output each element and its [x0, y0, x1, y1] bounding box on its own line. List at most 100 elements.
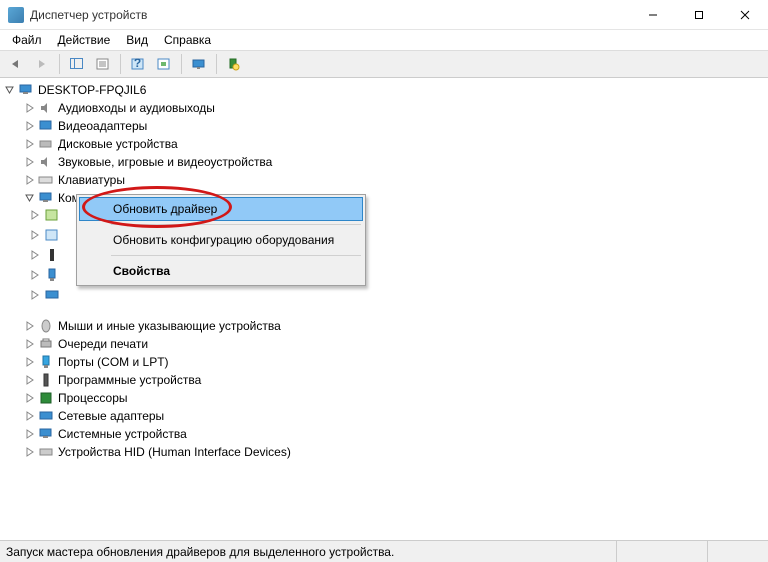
tree-node-soundgame[interactable]: Звуковые, игровые и видеоустройства	[0, 153, 768, 171]
tree-node-software[interactable]: Программные устройства	[0, 371, 768, 389]
expand-icon[interactable]	[30, 229, 40, 243]
sound-icon	[38, 154, 54, 170]
tree-node-label: Системные устройства	[58, 427, 187, 441]
context-menu-update-driver[interactable]: Обновить драйвер	[79, 197, 363, 221]
tree-node-netadapters[interactable]: Сетевые адаптеры	[0, 407, 768, 425]
expand-icon[interactable]	[24, 338, 36, 350]
expand-icon[interactable]	[30, 249, 40, 263]
expand-icon[interactable]	[24, 120, 36, 132]
toolbar-separator	[181, 54, 182, 74]
minimize-button[interactable]	[630, 0, 676, 30]
computer-icon	[38, 190, 54, 206]
menu-view[interactable]: Вид	[118, 31, 156, 49]
window-title: Диспетчер устройств	[30, 8, 630, 22]
tree-node-keyboards[interactable]: Клавиатуры	[0, 171, 768, 189]
hid-icon	[38, 444, 54, 460]
client-area[interactable]: DESKTOP-FPQJIL6 Аудиовходы и аудиовыходы…	[0, 78, 768, 540]
tree-subitem-icon-4[interactable]	[44, 267, 60, 286]
tree-node-label: Сетевые адаптеры	[58, 409, 164, 423]
statusbar-separator	[616, 541, 617, 562]
tree-node-processors[interactable]: Процессоры	[0, 389, 768, 407]
computer-root-icon	[18, 82, 34, 98]
tree-node-label: Устройства HID (Human Interface Devices)	[58, 445, 291, 459]
collapse-icon[interactable]	[4, 84, 16, 96]
properties-button[interactable]	[91, 53, 115, 75]
expand-icon[interactable]	[30, 289, 40, 303]
context-menu-item-label: Свойства	[113, 264, 170, 278]
display-adapter-icon	[38, 118, 54, 134]
keyboard-icon	[38, 172, 54, 188]
toolbar-separator	[120, 54, 121, 74]
tree-node-printqueues[interactable]: Очереди печати	[0, 335, 768, 353]
expand-icon[interactable]	[30, 269, 40, 283]
forward-button[interactable]	[30, 53, 54, 75]
statusbar-text: Запуск мастера обновления драйверов для …	[0, 545, 616, 559]
statusbar: Запуск мастера обновления драйверов для …	[0, 540, 768, 562]
expand-icon[interactable]	[24, 410, 36, 422]
tree-node-label: Дисковые устройства	[58, 137, 178, 151]
tree-node-mice[interactable]: Мыши и иные указывающие устройства	[0, 317, 768, 335]
context-menu-separator	[111, 255, 361, 256]
context-menu-item-label: Обновить конфигурацию оборудования	[113, 233, 334, 247]
collapse-icon[interactable]	[24, 192, 36, 204]
system-device-icon	[38, 426, 54, 442]
expand-icon[interactable]	[24, 356, 36, 368]
tree-node-disks[interactable]: Дисковые устройства	[0, 135, 768, 153]
expand-icon[interactable]	[24, 374, 36, 386]
expand-icon[interactable]	[24, 446, 36, 458]
audio-icon	[38, 100, 54, 116]
tree-node-video[interactable]: Видеоадаптеры	[0, 117, 768, 135]
tree-root[interactable]: DESKTOP-FPQJIL6	[0, 81, 768, 99]
tree-node-sysdevices[interactable]: Системные устройства	[0, 425, 768, 443]
statusbar-separator	[707, 541, 708, 562]
help-button[interactable]: ?	[126, 53, 150, 75]
toolbar-separator	[59, 54, 60, 74]
tree-subitem-icon-5[interactable]	[44, 287, 60, 306]
tree-node-ports[interactable]: Порты (COM и LPT)	[0, 353, 768, 371]
expand-icon[interactable]	[30, 209, 40, 223]
context-menu-properties[interactable]: Свойства	[79, 259, 363, 283]
tree-node-label: Программные устройства	[58, 373, 201, 387]
port-icon	[38, 354, 54, 370]
app-icon	[8, 7, 24, 23]
maximize-button[interactable]	[676, 0, 722, 30]
tree-node-label: Клавиатуры	[58, 173, 125, 187]
tree-subitem-icon-1[interactable]	[44, 207, 60, 226]
context-menu-separator	[111, 224, 361, 225]
tree-node-label: Аудиовходы и аудиовыходы	[58, 101, 215, 115]
tree-node-label: Очереди печати	[58, 337, 148, 351]
menu-help[interactable]: Справка	[156, 31, 219, 49]
tree-root-label: DESKTOP-FPQJIL6	[38, 83, 146, 97]
expand-icon[interactable]	[24, 320, 36, 332]
add-legacy-hardware-button[interactable]	[222, 53, 246, 75]
menu-action[interactable]: Действие	[50, 31, 119, 49]
scan-hardware-button[interactable]	[187, 53, 211, 75]
expand-icon[interactable]	[24, 102, 36, 114]
title-bar: Диспетчер устройств	[0, 0, 768, 30]
mouse-icon	[38, 318, 54, 334]
tree-node-audio[interactable]: Аудиовходы и аудиовыходы	[0, 99, 768, 117]
tree-subitem-icon-3[interactable]	[44, 247, 60, 266]
close-button[interactable]	[722, 0, 768, 30]
show-hide-console-tree-button[interactable]	[65, 53, 89, 75]
context-menu-item-label: Обновить драйвер	[113, 202, 217, 216]
expand-icon[interactable]	[24, 138, 36, 150]
menubar: Файл Действие Вид Справка	[0, 30, 768, 50]
expand-icon[interactable]	[24, 156, 36, 168]
expand-icon[interactable]	[24, 174, 36, 186]
processor-icon	[38, 390, 54, 406]
device-tree: DESKTOP-FPQJIL6 Аудиовходы и аудиовыходы…	[0, 79, 768, 463]
tree-subitem-icon-2[interactable]	[44, 227, 60, 246]
toolbar-separator	[216, 54, 217, 74]
network-adapter-icon	[38, 408, 54, 424]
context-menu-scan-hardware[interactable]: Обновить конфигурацию оборудования	[79, 228, 363, 252]
tree-node-hid[interactable]: Устройства HID (Human Interface Devices)	[0, 443, 768, 461]
menu-file[interactable]: Файл	[4, 31, 50, 49]
action-button[interactable]	[152, 53, 176, 75]
expand-icon[interactable]	[24, 392, 36, 404]
tree-node-label: Процессоры	[58, 391, 128, 405]
expand-icon[interactable]	[24, 428, 36, 440]
tree-node-label: Мыши и иные указывающие устройства	[58, 319, 281, 333]
back-button[interactable]	[4, 53, 28, 75]
svg-text:?: ?	[134, 57, 141, 70]
